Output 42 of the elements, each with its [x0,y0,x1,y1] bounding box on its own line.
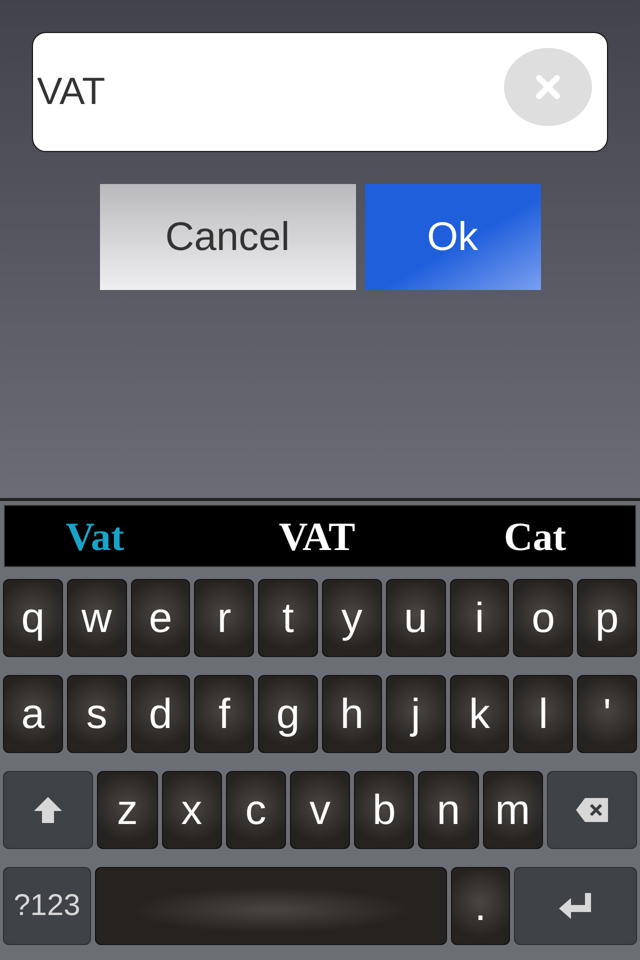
shift-key[interactable] [3,771,94,849]
key[interactable]: v [290,771,350,849]
key[interactable]: e [130,579,190,657]
suggestion[interactable]: Vat [62,512,128,560]
enter-key[interactable] [514,867,637,945]
key[interactable]: o [513,579,574,657]
key[interactable]: t [258,579,318,657]
key[interactable]: m [482,771,543,849]
key[interactable]: r [194,579,254,657]
key[interactable]: d [130,675,190,753]
key[interactable]: a [3,675,63,753]
text-input-field[interactable]: VAT [32,32,608,152]
shift-icon [33,796,64,824]
backspace-key[interactable] [546,771,637,849]
ok-button[interactable]: Ok [364,184,540,290]
key[interactable]: b [354,771,414,849]
key[interactable]: x [162,771,222,849]
key[interactable]: y [322,579,382,657]
key[interactable]: g [258,675,318,753]
backspace-icon [574,797,609,823]
key[interactable]: z [97,771,158,849]
close-icon [535,74,561,100]
key[interactable]: i [450,579,510,657]
key[interactable]: l [513,675,574,753]
key[interactable]: s [66,675,127,753]
key[interactable]: c [226,771,286,849]
key[interactable]: q [3,579,63,657]
key[interactable]: k [450,675,510,753]
key[interactable]: u [386,579,446,657]
suggestion[interactable]: VAT [274,512,360,560]
key[interactable]: . [451,867,510,945]
key[interactable]: h [322,675,382,753]
key[interactable]: w [66,579,127,657]
key[interactable]: p [577,579,637,657]
symbols-key[interactable]: ?123 [3,867,92,945]
key[interactable]: f [194,675,254,753]
key[interactable]: j [386,675,446,753]
enter-icon [558,892,592,920]
suggestion[interactable]: Cat [500,512,570,560]
key[interactable]: ' [577,675,637,753]
cancel-button[interactable]: Cancel [100,184,356,290]
key[interactable]: n [418,771,478,849]
